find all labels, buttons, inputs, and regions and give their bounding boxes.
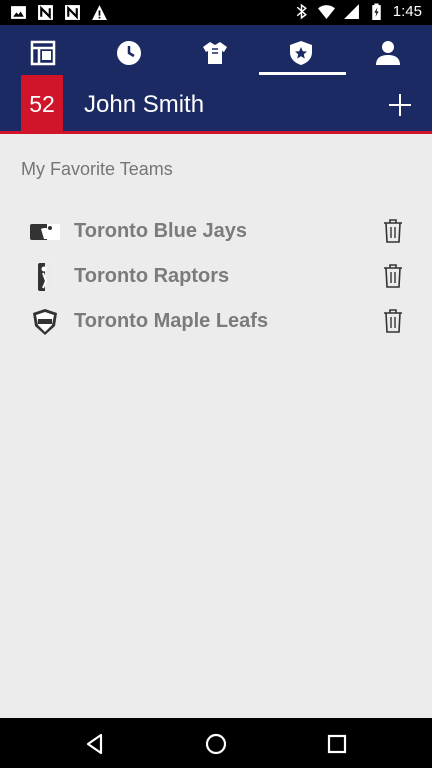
status-time: 1:45: [392, 3, 422, 20]
status-bar: 1:45: [0, 0, 432, 25]
person-icon: [376, 41, 400, 65]
signal-icon: [343, 4, 359, 19]
trash-icon[interactable]: [381, 263, 405, 289]
trash-icon[interactable]: [381, 218, 405, 244]
section-title: My Favorite Teams: [21, 159, 173, 179]
nba-logo-icon: [30, 263, 60, 291]
tab-jersey[interactable]: [172, 33, 258, 73]
app-header: 52 John Smith: [0, 25, 432, 133]
jersey-icon: [203, 42, 227, 64]
clock-icon: [117, 41, 141, 65]
recents-icon[interactable]: [324, 731, 350, 757]
layout-icon: [30, 40, 56, 66]
team-row[interactable]: Toronto Raptors: [0, 255, 432, 297]
team-row[interactable]: Toronto Maple Leafs: [0, 300, 432, 342]
n-notification-icon: [65, 5, 80, 20]
mlb-logo-icon: [30, 218, 60, 246]
wifi-icon: [317, 5, 335, 19]
tab-layout[interactable]: [0, 33, 86, 73]
status-right-icons: 1:45: [293, 3, 422, 20]
shield-star-icon: [290, 41, 312, 65]
image-icon: [11, 6, 26, 19]
active-tab-indicator: [259, 72, 346, 75]
warning-icon: [92, 5, 107, 20]
tab-profile[interactable]: [345, 33, 431, 73]
system-nav-bar: [0, 718, 432, 768]
team-name: Toronto Raptors: [74, 265, 230, 287]
nhl-logo-icon: [30, 308, 60, 336]
tab-teams[interactable]: [258, 33, 344, 73]
bluetooth-icon: [296, 3, 307, 20]
team-row[interactable]: Toronto Blue Jays: [0, 210, 432, 252]
battery-icon: [372, 3, 381, 20]
tab-schedule[interactable]: [86, 33, 172, 73]
user-number-badge: 52: [21, 75, 63, 133]
header-divider: [0, 131, 432, 134]
add-team-button[interactable]: [386, 91, 414, 119]
status-left-icons: [10, 4, 108, 21]
user-name: John Smith: [84, 91, 205, 118]
back-icon[interactable]: [82, 731, 108, 757]
team-name: Toronto Blue Jays: [74, 220, 247, 242]
n-notification-icon: [38, 5, 53, 20]
trash-icon[interactable]: [381, 308, 405, 334]
home-icon[interactable]: [203, 731, 229, 757]
team-name: Toronto Maple Leafs: [74, 310, 269, 332]
